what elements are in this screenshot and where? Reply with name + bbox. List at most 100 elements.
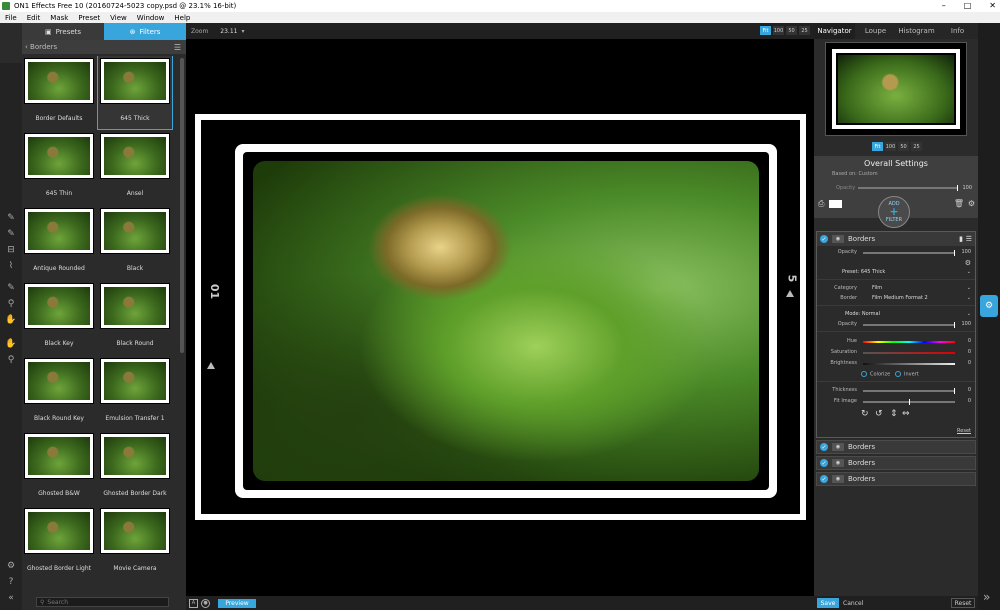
slider-tool-icon[interactable]: ⊟: [4, 243, 18, 256]
filter-header[interactable]: ✓ ◉ Borders ▮ ☰: [817, 232, 975, 246]
preset-chevron-icon[interactable]: ⌄: [967, 269, 971, 275]
search-input[interactable]: ⚲ Search: [36, 597, 169, 607]
preset-item[interactable]: Black: [98, 206, 172, 279]
nav-zoom-25[interactable]: 25: [911, 142, 922, 151]
tab-info[interactable]: Info: [937, 23, 978, 39]
navigator-preview[interactable]: [825, 42, 967, 136]
border-value[interactable]: Film Medium Format 2: [872, 295, 928, 301]
slider-knob[interactable]: [954, 388, 955, 394]
preset-item[interactable]: Black Key: [22, 281, 96, 354]
filter-gear-icon[interactable]: ⚙: [965, 259, 971, 267]
minimize-button[interactable]: –: [942, 0, 946, 12]
preset-item[interactable]: 645 Thin: [22, 131, 96, 204]
menu-view[interactable]: View: [105, 14, 132, 22]
invert-radio-icon[interactable]: [895, 371, 901, 377]
brush-tool-2-icon[interactable]: ✎: [4, 227, 18, 240]
zoom-dropdown-icon[interactable]: ▾: [241, 28, 244, 35]
menu-mask[interactable]: Mask: [45, 14, 73, 22]
help-icon[interactable]: ?: [4, 575, 18, 588]
mode-value[interactable]: Mode: Normal: [845, 311, 880, 317]
photo-canvas[interactable]: 01 5: [195, 114, 806, 520]
filter-borders-collapsed[interactable]: ✓ ◉ Borders: [816, 440, 976, 454]
collapse-left-icon[interactable]: «: [4, 591, 18, 604]
zoom-fit-button[interactable]: Fit: [760, 26, 771, 35]
preview-button[interactable]: Preview: [218, 598, 256, 608]
close-button[interactable]: ✕: [989, 0, 996, 12]
gear-icon[interactable]: ⚙: [968, 199, 975, 208]
settings-gear-icon[interactable]: ⚙: [4, 559, 18, 572]
view-toggle-icon[interactable]: ☰: [174, 43, 181, 52]
filter-borders-collapsed[interactable]: ✓ ◉ Borders: [816, 472, 976, 486]
visibility-icon[interactable]: ◉: [832, 475, 844, 483]
enable-check-icon[interactable]: ✓: [820, 235, 828, 243]
preset-item[interactable]: Black Round Key: [22, 356, 96, 429]
preset-item[interactable]: Ghosted Border Dark: [98, 431, 172, 504]
flip-horizontal-icon[interactable]: ⇔: [902, 409, 910, 419]
mask-line-icon[interactable]: ⚲: [4, 297, 18, 310]
mask-view-icon[interactable]: ●: [201, 598, 210, 608]
visibility-icon[interactable]: ◉: [832, 443, 844, 451]
menu-window[interactable]: Window: [132, 14, 170, 22]
filters-panel-gear-icon[interactable]: ⚙: [980, 295, 998, 317]
preset-item[interactable]: Border Defaults: [22, 56, 96, 129]
preset-scrollbar[interactable]: [180, 58, 184, 353]
preset-item[interactable]: Ghosted B&W: [22, 431, 96, 504]
hue-slider[interactable]: [863, 341, 955, 343]
stamp-icon[interactable]: ⎙: [818, 199, 824, 209]
menu-help[interactable]: Help: [169, 14, 195, 22]
zoom-25-button[interactable]: 25: [799, 26, 810, 35]
mode-chevron-icon[interactable]: ⌄: [967, 311, 971, 317]
reset-button[interactable]: Reset: [951, 598, 975, 608]
hand-tool-icon[interactable]: ✋: [4, 337, 18, 350]
nav-zoom-50[interactable]: 50: [898, 142, 909, 151]
filter-reset-link[interactable]: Reset: [957, 428, 971, 434]
preset-item[interactable]: Black Round: [98, 281, 172, 354]
mask-brush-icon[interactable]: ✎: [4, 281, 18, 294]
slider-knob[interactable]: [957, 185, 958, 191]
filter-trash-icon[interactable]: ▮: [959, 235, 963, 243]
slider-knob[interactable]: [954, 322, 955, 328]
chisel-icon[interactable]: ✋: [4, 313, 18, 326]
preset-value[interactable]: Preset: 645 Thick: [842, 269, 885, 275]
tab-filters[interactable]: ⊛ Filters: [104, 23, 186, 40]
slider-knob[interactable]: [954, 250, 955, 256]
preset-item[interactable]: Movie Camera: [98, 506, 172, 579]
preset-item[interactable]: Emulsion Transfer 1: [98, 356, 172, 429]
cancel-button[interactable]: Cancel: [843, 600, 863, 607]
category-value[interactable]: Film: [872, 285, 882, 291]
colorize-option[interactable]: Colorize: [861, 371, 890, 378]
slider-knob[interactable]: [909, 399, 910, 405]
colorize-radio-icon[interactable]: [861, 371, 867, 377]
zoom-50-button[interactable]: 50: [786, 26, 797, 35]
preset-item[interactable]: Antique Rounded: [22, 206, 96, 279]
opacity-slider[interactable]: [863, 250, 955, 256]
maximize-button[interactable]: □: [964, 0, 972, 12]
nav-zoom-100[interactable]: 100: [885, 142, 896, 151]
nav-zoom-fit[interactable]: Fit: [872, 142, 883, 151]
brush-tool-icon[interactable]: ✎: [4, 211, 18, 224]
filter-menu-icon[interactable]: ☰: [966, 235, 972, 243]
tab-loupe[interactable]: Loupe: [855, 23, 896, 39]
color-swatch[interactable]: [829, 200, 842, 208]
overall-opacity-slider[interactable]: [858, 185, 958, 191]
zoom-tool-icon[interactable]: ⚲: [4, 353, 18, 366]
expand-right-icon[interactable]: »: [983, 590, 990, 604]
menu-preset[interactable]: Preset: [73, 14, 105, 22]
category-chevron-icon[interactable]: ⌄: [967, 285, 971, 291]
zoom-value[interactable]: 23.11: [220, 28, 237, 35]
retouch-tool-icon[interactable]: ⌇: [4, 259, 18, 272]
tab-histogram[interactable]: Histogram: [896, 23, 937, 39]
visibility-icon[interactable]: ◉: [832, 235, 844, 243]
visibility-icon[interactable]: ◉: [832, 459, 844, 467]
breadcrumb[interactable]: ‹ Borders ☰: [22, 40, 186, 54]
tab-presets[interactable]: ▣ Presets: [22, 23, 104, 40]
filter-borders-collapsed[interactable]: ✓ ◉ Borders: [816, 456, 976, 470]
tab-navigator[interactable]: Navigator: [814, 23, 855, 39]
trash-icon[interactable]: 🗑: [954, 199, 964, 208]
menu-file[interactable]: File: [0, 14, 22, 22]
opacity2-slider[interactable]: [863, 322, 955, 328]
menu-edit[interactable]: Edit: [22, 14, 46, 22]
zoom-100-button[interactable]: 100: [773, 26, 784, 35]
save-button[interactable]: Save: [817, 598, 839, 608]
border-chevron-icon[interactable]: ⌄: [967, 295, 971, 301]
